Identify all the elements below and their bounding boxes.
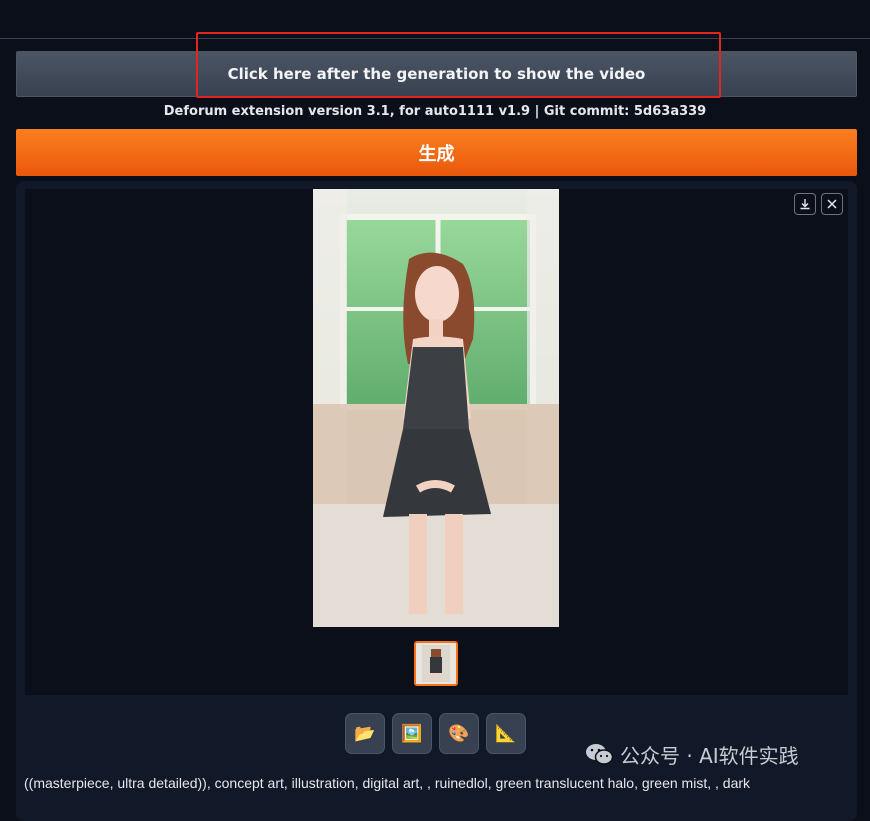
- generate-button[interactable]: 生成: [16, 129, 857, 176]
- generate-button-label: 生成: [418, 143, 455, 165]
- wechat-icon: [586, 744, 614, 765]
- open-folder-button[interactable]: 📂: [345, 713, 385, 754]
- triangle-ruler-icon: 📐: [495, 723, 517, 744]
- close-icon: [827, 199, 837, 209]
- palette-icon: 🎨: [448, 723, 470, 744]
- send-to-extras-button[interactable]: 📐: [486, 713, 526, 754]
- watermark-text: 公众号 · AI软件实践: [620, 743, 799, 768]
- send-to-inpaint-button[interactable]: 🎨: [439, 713, 479, 754]
- gallery-thumbnail[interactable]: [414, 641, 458, 686]
- thumbnail-art: [416, 643, 456, 684]
- generated-image-art: [313, 189, 559, 627]
- download-icon: [800, 199, 810, 210]
- image-icon: 🖼️: [401, 723, 423, 744]
- generated-image[interactable]: [313, 189, 559, 627]
- version-info: Deforum extension version 3.1, for auto1…: [163, 104, 707, 119]
- close-button[interactable]: [821, 193, 843, 215]
- watermark: 公众号 · AI软件实践: [584, 740, 799, 768]
- send-to-img2img-button[interactable]: 🖼️: [392, 713, 432, 754]
- folder-icon: 📂: [354, 723, 376, 744]
- download-button[interactable]: [794, 193, 816, 215]
- highlight-annotation-box: [196, 32, 721, 98]
